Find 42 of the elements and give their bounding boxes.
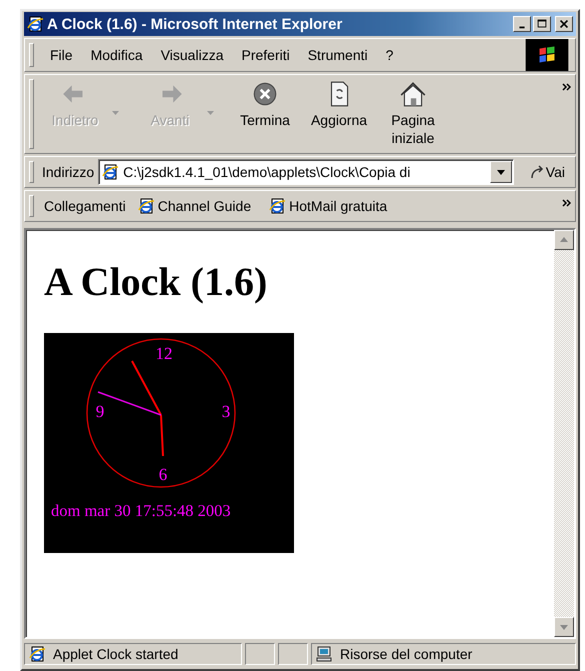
link-button[interactable]: HotMail gratuita: [263, 198, 394, 214]
chevron-icon[interactable]: [562, 199, 571, 207]
go-button[interactable]: Vai: [518, 164, 571, 180]
toolbar-button[interactable]: Aggiorna: [302, 75, 376, 129]
clock-numeral: 9: [96, 402, 104, 421]
maximize-button[interactable]: [533, 16, 551, 32]
menu-item[interactable]: Preferiti: [235, 47, 296, 63]
scroll-up-button[interactable]: [554, 230, 574, 250]
chevron-icon[interactable]: [562, 83, 571, 91]
page-icon: [102, 164, 118, 180]
browser-icon: [27, 16, 43, 32]
clock-numeral: 6: [158, 465, 168, 484]
menu-item[interactable]: Visualizza: [154, 47, 230, 63]
clock-date: dom mar 30 17:55:48 2003: [51, 501, 231, 520]
links-label: Collegamenti: [44, 198, 126, 214]
address-field[interactable]: C:\j2sdk1.4.1_01\demo\applets\Clock\Copia di: [98, 159, 514, 185]
window-title: A Clock (1.6) - Microsoft Internet Explorer: [47, 16, 344, 32]
menu-item[interactable]: Modifica: [84, 47, 149, 63]
menu-item[interactable]: File: [44, 47, 79, 63]
dropdown-button[interactable]: [490, 161, 512, 183]
toolbar-button[interactable]: Pagina iniziale: [376, 75, 450, 147]
zone-label: Risorse del computer: [340, 646, 472, 662]
status-pane: [245, 643, 275, 665]
page-icon: [269, 198, 286, 214]
status-pane: [278, 643, 308, 665]
page-heading: A Clock (1.6): [44, 259, 268, 305]
scroll-down-button[interactable]: [554, 617, 574, 637]
page-icon: [138, 198, 154, 214]
page-icon: [29, 646, 45, 662]
scrollbar[interactable]: [554, 230, 574, 637]
address-label: Indirizzo: [42, 164, 94, 180]
menu-item[interactable]: Strumenti: [302, 47, 374, 63]
computer-icon: [316, 646, 332, 662]
status-message: Applet Clock started: [53, 646, 178, 662]
clock-numeral: 12: [156, 344, 172, 363]
minimize-button[interactable]: [513, 16, 531, 32]
menu-item[interactable]: ?: [380, 47, 400, 63]
toolbar-button[interactable]: Termina: [228, 75, 302, 129]
link-button[interactable]: Channel Guide: [132, 198, 258, 214]
clock-numeral: 3: [222, 402, 230, 421]
home-icon: [398, 81, 428, 107]
close-button[interactable]: [555, 16, 573, 32]
